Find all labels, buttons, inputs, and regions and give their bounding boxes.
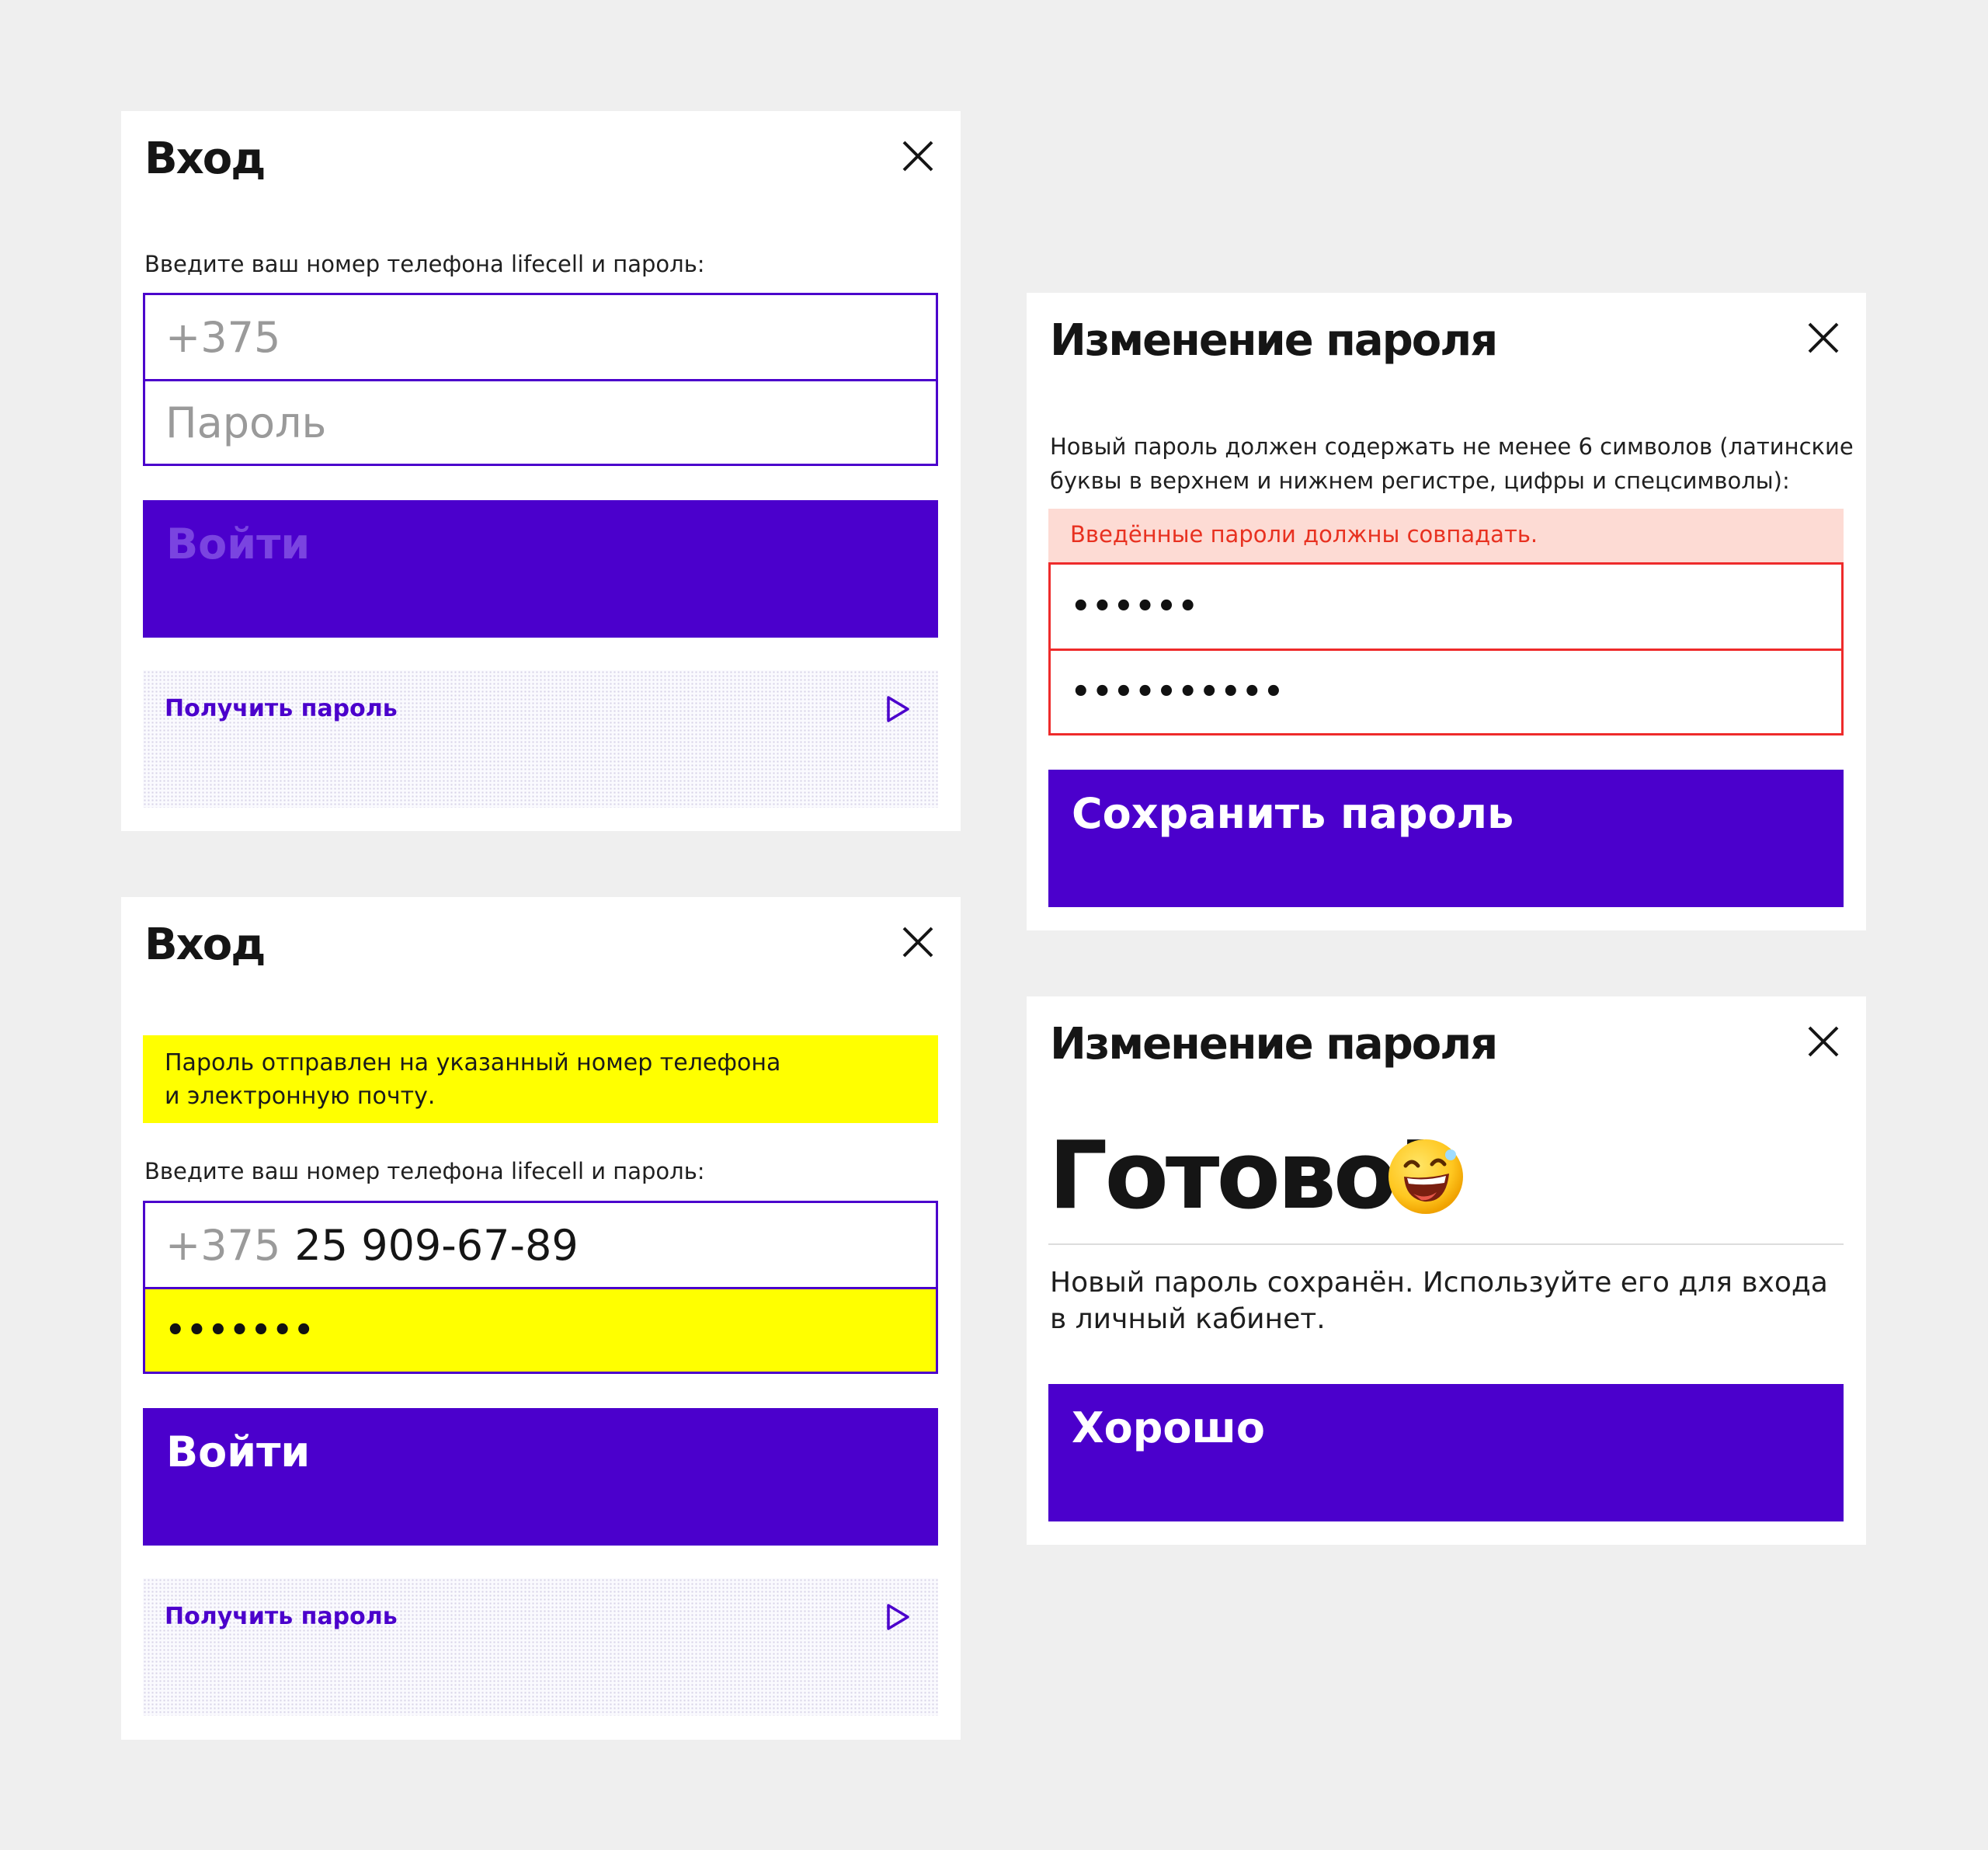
success-heading: Готово! [1048,1122,1437,1230]
password-input: ••••••• [165,1313,315,1348]
dialog-title: Вход [144,920,266,970]
laughing-emoji-icon [1388,1139,1463,1214]
password-field[interactable]: ••••••• [143,1287,938,1374]
dialog-title: Изменение пароля [1050,1019,1498,1069]
phone-number: 25 909-67-89 [294,1220,579,1270]
password-rules-hint: Новый пароль должен содержать не менее 6… [1050,429,1854,498]
phone-input: +375 25 909-67-89 [165,1203,579,1287]
hint-line: буквы в верхнем и нижнем регистре, цифры… [1050,468,1790,494]
login-hint: Введите ваш номер телефона lifecell и па… [144,1158,705,1184]
divider [1048,1243,1844,1245]
dialog-title: Вход [144,134,266,184]
password-input-placeholder: Пароль [165,398,327,447]
login-hint: Введите ваш номер телефона lifecell и па… [144,251,705,277]
phone-input-placeholder: +375 [165,312,281,362]
close-icon[interactable] [1803,1021,1844,1062]
ok-button[interactable]: Хорошо [1048,1384,1844,1521]
close-icon[interactable] [898,136,938,176]
login-button[interactable]: Войти [143,500,938,638]
login-dialog-empty: Вход Введите ваш номер телефона lifecell… [121,111,961,831]
change-password-dialog: Изменение пароля Новый пароль должен сод… [1027,293,1866,930]
dialog-title: Изменение пароля [1050,315,1498,366]
play-arrow-icon [887,1604,909,1630]
password-changed-dialog: Изменение пароля Готово! Новый пароль со… [1027,996,1866,1545]
login-dialog-filled: Вход Пароль отправлен на указанный номер… [121,897,961,1740]
new-password-input: •••••• [1071,589,1200,624]
save-password-button[interactable]: Сохранить пароль [1048,770,1844,907]
hint-line: Новый пароль должен содержать не менее 6… [1050,433,1854,460]
get-password-link[interactable]: Получить пароль [143,1578,938,1716]
login-button[interactable]: Войти [143,1408,938,1546]
phone-field[interactable]: +375 [143,293,938,379]
get-password-label: Получить пароль [165,1603,398,1630]
phone-field[interactable]: +375 25 909-67-89 [143,1201,938,1287]
confirm-password-field[interactable]: •••••••••• [1048,649,1844,735]
play-arrow-icon [887,696,909,722]
message-line: в личный кабинет. [1050,1303,1326,1335]
close-icon[interactable] [898,922,938,962]
message-line: Новый пароль сохранён. Используйте его д… [1050,1267,1828,1299]
password-sent-notice: Пароль отправлен на указанный номер теле… [143,1035,938,1123]
success-message: Новый пароль сохранён. Используйте его д… [1050,1264,1828,1337]
new-password-field[interactable]: •••••• [1048,562,1844,649]
confirm-password-input: •••••••••• [1071,674,1285,710]
password-mismatch-error: Введённые пароли должны совпадать. [1048,509,1844,562]
notice-line: Пароль отправлен на указанный номер теле… [165,1049,781,1076]
phone-prefix: +375 [165,1220,281,1270]
password-field[interactable]: Пароль [143,379,938,466]
get-password-label: Получить пароль [165,695,398,722]
get-password-link[interactable]: Получить пароль [143,670,938,808]
notice-line: и электронную почту. [165,1083,436,1110]
close-icon[interactable] [1803,318,1844,358]
